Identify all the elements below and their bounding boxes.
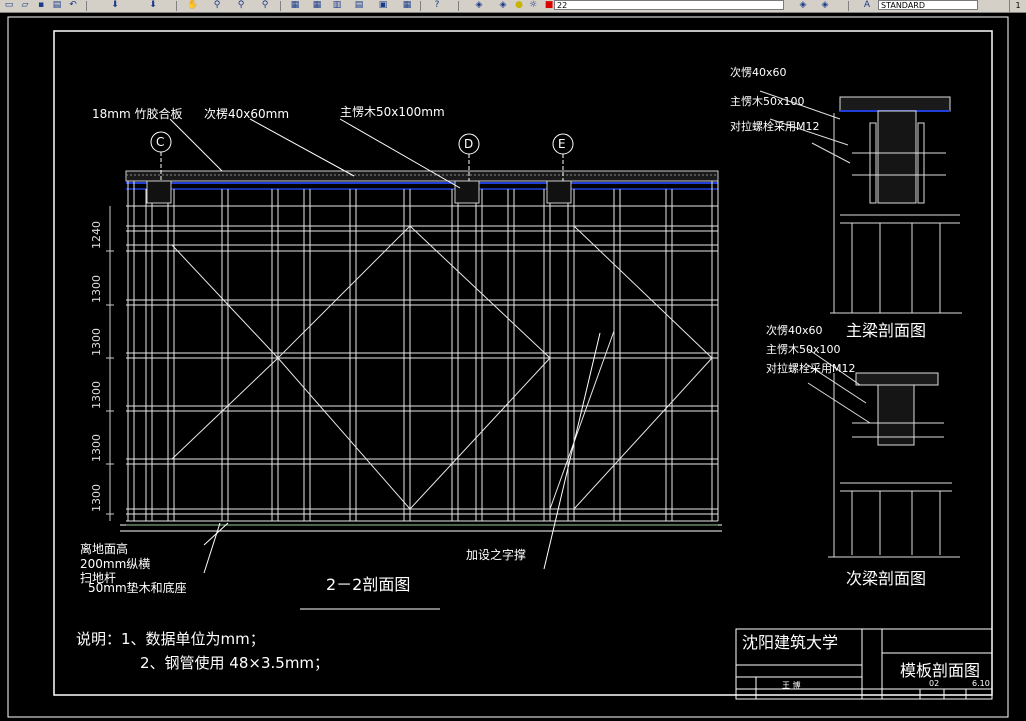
title-block-school: 沈阳建筑大学 — [742, 633, 839, 652]
dim-vertical-3: 1300 — [90, 328, 103, 356]
color-icon[interactable]: ● — [512, 0, 526, 11]
label-sweep-rod: 200mm纵横 — [80, 557, 151, 571]
toolbar-separator — [420, 1, 421, 11]
pan-icon[interactable]: ⬇ — [146, 0, 160, 11]
toolbar-separator — [86, 1, 87, 11]
design-center-icon[interactable]: ▦ — [288, 0, 302, 11]
axis-label-d: D — [464, 137, 474, 151]
main-detail-label-main: 主愣木50x100 — [730, 95, 805, 108]
secondary-beam-detail — [807, 348, 960, 558]
main-detail-title: 主梁剖面图 — [846, 321, 927, 340]
layer-manager-icon[interactable]: ◈ — [796, 0, 810, 11]
secondary-detail-label-secondary: 次愣40x60 — [766, 324, 823, 337]
print-icon[interactable]: ▤ — [50, 0, 64, 11]
new-file-icon[interactable]: ▭ — [2, 0, 16, 11]
label-bracing: 加设之字撑 — [466, 548, 527, 562]
redo-icon[interactable]: ⬇ — [108, 0, 122, 11]
main-section-grid — [120, 170, 722, 532]
help-icon[interactable]: ? — [430, 0, 444, 11]
linetype-icon[interactable]: ☼ — [526, 0, 540, 11]
main-section-title: 2－2剖面图 — [326, 575, 411, 594]
tool-palette-icon[interactable]: ▤ — [352, 0, 366, 11]
main-detail-label-bolt: 对拉螺栓采用M12 — [730, 120, 820, 133]
layer-state-icon[interactable]: ◈ — [818, 0, 832, 11]
left-dimension-line — [106, 206, 114, 521]
notes-line-1: 说明：1、数据单位为mm； — [76, 630, 265, 648]
title-block-designer: 王 博 — [782, 681, 801, 690]
dim-vertical-5: 1300 — [90, 434, 103, 462]
tool-palette-icon[interactable]: ▣ — [376, 0, 390, 11]
zoom-window-icon[interactable]: ⚲ — [210, 0, 224, 11]
properties-icon[interactable]: ⚲ — [258, 0, 272, 11]
label-ground-height: 离地面高 — [80, 542, 129, 556]
secondary-detail-label-main: 主愣木50x100 — [766, 343, 841, 356]
title-block-scale: 6.10 — [972, 679, 990, 688]
toolbar-separator — [848, 1, 849, 11]
text-style-dropdown[interactable]: STANDARD — [878, 0, 978, 10]
leader-lines — [169, 118, 601, 610]
dim-vertical-4: 1300 — [90, 381, 103, 409]
vertical-scrollbar[interactable] — [1010, 13, 1026, 721]
zoom-previous-icon[interactable]: ⚲ — [234, 0, 248, 11]
layer-state-icon[interactable]: ◈ — [496, 0, 510, 11]
main-detail-label-secondary: 次愣40x60 — [730, 66, 787, 79]
close-icon[interactable]: 1 — [1009, 0, 1026, 12]
secondary-detail-label-bolt: 对拉螺栓采用M12 — [766, 362, 856, 375]
toolbar: ▭ ▱ ▪ ▤ ↶ ⬇ ⬇ ✋ ⚲ ⚲ ⚲ ▦ ▦ ▥ ▤ ▣ ▦ ? ◈ ◈ … — [0, 0, 1026, 13]
title-block-drawing-name: 模板剖面图 — [900, 661, 981, 680]
secondary-detail-title: 次梁剖面图 — [846, 569, 927, 588]
open-file-icon[interactable]: ▱ — [18, 0, 32, 11]
tool-palette-icon[interactable]: ▦ — [400, 0, 414, 11]
undo-icon[interactable]: ↶ — [66, 0, 80, 11]
label-main-joist: 主愣木50x100mm — [340, 105, 445, 119]
axis-label-e: E — [558, 137, 566, 151]
save-icon[interactable]: ▪ — [34, 0, 48, 11]
label-base-block: 50mm垫木和底座 — [88, 581, 187, 595]
title-block-sheet-no: 02 — [929, 679, 940, 688]
tool-palette-icon[interactable]: ▦ — [310, 0, 324, 11]
toolbar-separator — [458, 1, 459, 11]
label-bamboo-board: 18mm 竹胶合板 — [92, 107, 183, 121]
layer-dropdown[interactable]: 22 — [554, 0, 784, 10]
dim-vertical-2: 1300 — [90, 275, 103, 303]
toolbar-separator — [280, 1, 281, 11]
layer-manager-icon[interactable]: ◈ — [472, 0, 486, 11]
zoom-realtime-icon[interactable]: ✋ — [186, 0, 200, 11]
toolbar-separator — [176, 1, 177, 11]
notes-line-2: 2、钢管使用 48×3.5mm； — [140, 654, 330, 672]
drawing-canvas[interactable]: 18mm 竹胶合板 次楞40x60mm 主愣木50x100mm C D E 12… — [0, 13, 1026, 721]
dim-vertical-6: 1300 — [90, 484, 103, 512]
text-style-icon[interactable]: A — [860, 0, 874, 11]
axis-label-c: C — [156, 135, 165, 149]
dim-vertical-1: 1240 — [90, 221, 103, 249]
tool-palette-icon[interactable]: ▥ — [330, 0, 344, 11]
label-secondary-joist: 次楞40x60mm — [204, 107, 290, 121]
